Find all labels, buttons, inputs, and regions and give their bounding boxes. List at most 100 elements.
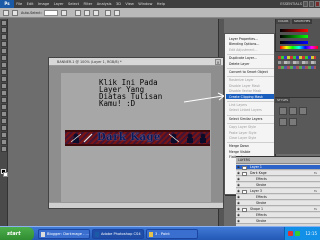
start-button[interactable]: start <box>0 227 34 240</box>
align-top-icon[interactable] <box>74 9 81 16</box>
swatch-row[interactable] <box>278 61 316 64</box>
layer-effects-icon[interactable]: fx <box>314 207 317 212</box>
visibility-eye-icon[interactable]: ◉ <box>237 171 240 176</box>
eyedropper-tool-icon[interactable] <box>1 55 7 61</box>
layer-effects-icon[interactable]: fx <box>314 189 317 194</box>
taskbar-item-paint[interactable]: 3 - Paint <box>146 229 198 239</box>
brush-tool-icon[interactable] <box>1 69 7 75</box>
workspace-switcher[interactable]: ESSENTIALS <box>280 0 302 8</box>
green-slider[interactable] <box>280 35 308 38</box>
tab-color[interactable]: COLOR <box>276 19 291 24</box>
menu-item-blending-options[interactable]: Blending Options... <box>229 42 259 46</box>
align-bottom-icon[interactable] <box>92 9 99 16</box>
layer-row[interactable]: ◉ Layer 3 fx <box>236 189 320 194</box>
lasso-tool-icon[interactable] <box>1 34 7 40</box>
tray-icon[interactable] <box>295 231 300 236</box>
menu-layer[interactable]: Layer <box>51 0 65 8</box>
menu-analysis[interactable]: Analysis <box>95 0 114 8</box>
path-selection-tool-icon[interactable] <box>1 125 7 131</box>
type-tool-icon[interactable] <box>1 118 7 124</box>
taskbar-item-blogger[interactable]: Blogger: Darkmage - ... <box>38 229 90 239</box>
style-preset[interactable] <box>279 118 287 126</box>
layer-effects-icon[interactable]: fx <box>314 171 317 176</box>
menu-item-select-similar-layers[interactable]: Select Similar Layers <box>229 117 262 121</box>
style-preset[interactable] <box>279 107 287 115</box>
pen-tool-icon[interactable] <box>1 111 7 117</box>
move-tool-icon[interactable] <box>1 20 7 26</box>
crop-tool-icon[interactable] <box>1 48 7 54</box>
taskbar-item-photoshop[interactable]: Adobe Photoshop CS4 <box>92 229 144 239</box>
menu-select[interactable]: Select <box>66 0 81 8</box>
blue-slider[interactable] <box>280 41 308 44</box>
menu-view[interactable]: View <box>123 0 136 8</box>
visibility-eye-icon[interactable]: ◉ <box>237 219 240 224</box>
menu-edit[interactable]: Edit <box>24 0 35 8</box>
menu-filter[interactable]: Filter <box>81 0 94 8</box>
align-middle-icon[interactable] <box>83 9 90 16</box>
document-close-button[interactable]: × <box>215 59 221 65</box>
menu-item-convert-to-smart-object[interactable]: Convert to Smart Object <box>229 70 268 74</box>
red-slider[interactable] <box>280 29 308 32</box>
visibility-eye-icon[interactable]: ◉ <box>237 183 240 188</box>
distribute-icon[interactable] <box>113 9 120 16</box>
visibility-eye-icon[interactable]: ◉ <box>237 189 240 194</box>
shape-tool-icon[interactable] <box>1 132 7 138</box>
tab-layers[interactable]: LAYERS <box>238 157 250 164</box>
magic-wand-tool-icon[interactable] <box>1 41 7 47</box>
tab-styles[interactable]: STYLES <box>275 98 291 103</box>
style-preset[interactable] <box>289 118 297 126</box>
eraser-tool-icon[interactable] <box>1 90 7 96</box>
auto-select-checkbox[interactable] <box>12 9 18 16</box>
tray-icon[interactable] <box>288 231 293 236</box>
menu-item-duplicate-layer[interactable]: Duplicate Layer... <box>229 56 257 60</box>
swatch-row[interactable] <box>278 56 316 59</box>
layer-row[interactable]: ◉ Effects <box>236 195 320 200</box>
menu-item-merge-down[interactable]: Merge Down <box>229 144 249 148</box>
auto-select-dropdown[interactable] <box>43 9 58 16</box>
layer-row[interactable]: ◉ Dark Kage fx <box>236 171 320 176</box>
layer-row[interactable]: ◉ Shape 1 fx <box>236 207 320 212</box>
menu-file[interactable]: File <box>14 0 24 8</box>
layer-row[interactable]: ◉ Layer 1 <box>236 165 320 170</box>
visibility-eye-icon[interactable]: ◉ <box>237 213 240 218</box>
menu-window[interactable]: Window <box>136 0 155 8</box>
menu-item-layer-properties[interactable]: Layer Properties... <box>229 37 258 41</box>
tab-swatches[interactable]: SWATCHES <box>292 19 313 24</box>
dodge-tool-icon[interactable] <box>1 104 7 110</box>
history-brush-tool-icon[interactable] <box>1 83 7 89</box>
spectrum-bar[interactable] <box>280 46 318 49</box>
minimize-button[interactable] <box>303 1 308 7</box>
layer-row[interactable]: ◉ Stroke <box>236 183 320 188</box>
background-color-swatch[interactable] <box>3 172 8 177</box>
layer-row[interactable]: ◉ Stroke <box>236 201 320 206</box>
layer-row[interactable]: ◉ Effects <box>236 177 320 182</box>
marquee-tool-icon[interactable] <box>1 27 7 33</box>
visibility-eye-icon[interactable]: ◉ <box>237 195 240 200</box>
visibility-eye-icon[interactable]: ◉ <box>237 165 240 170</box>
visibility-eye-icon[interactable]: ◉ <box>237 207 240 212</box>
healing-tool-icon[interactable] <box>1 62 7 68</box>
menu-help[interactable]: Help <box>155 0 168 8</box>
clone-stamp-tool-icon[interactable] <box>1 76 7 82</box>
style-preset[interactable] <box>289 107 297 115</box>
layer-row[interactable]: ◉ Stroke <box>236 219 320 224</box>
gradient-tool-icon[interactable] <box>1 97 7 103</box>
menu-3d[interactable]: 3D <box>114 0 123 8</box>
document-titlebar[interactable]: BANNER-1 @ 100% (Layer 1, RGB/8) * × <box>49 58 223 66</box>
hand-tool-icon[interactable] <box>1 139 7 145</box>
menu-image[interactable]: Image <box>36 0 52 8</box>
show-transform-checkbox[interactable] <box>60 9 67 16</box>
visibility-eye-icon[interactable]: ◉ <box>237 201 240 206</box>
close-app-button[interactable] <box>315 1 320 7</box>
zoom-tool-icon[interactable] <box>1 146 7 152</box>
style-preset[interactable] <box>299 107 307 115</box>
visibility-eye-icon[interactable]: ◉ <box>237 177 240 182</box>
distribute-icon[interactable] <box>104 9 111 16</box>
menu-item-create-clipping-mask[interactable]: Create Clipping Mask <box>229 95 263 99</box>
maximize-button[interactable] <box>309 1 314 7</box>
move-tool-icon[interactable] <box>3 9 9 16</box>
menu-item-delete-layer[interactable]: Delete Layer <box>229 62 249 66</box>
layer-row[interactable]: ◉ Effects <box>236 213 320 218</box>
swatch-row[interactable] <box>278 66 316 69</box>
menu-item-merge-visible[interactable]: Merge Visible <box>229 150 250 154</box>
